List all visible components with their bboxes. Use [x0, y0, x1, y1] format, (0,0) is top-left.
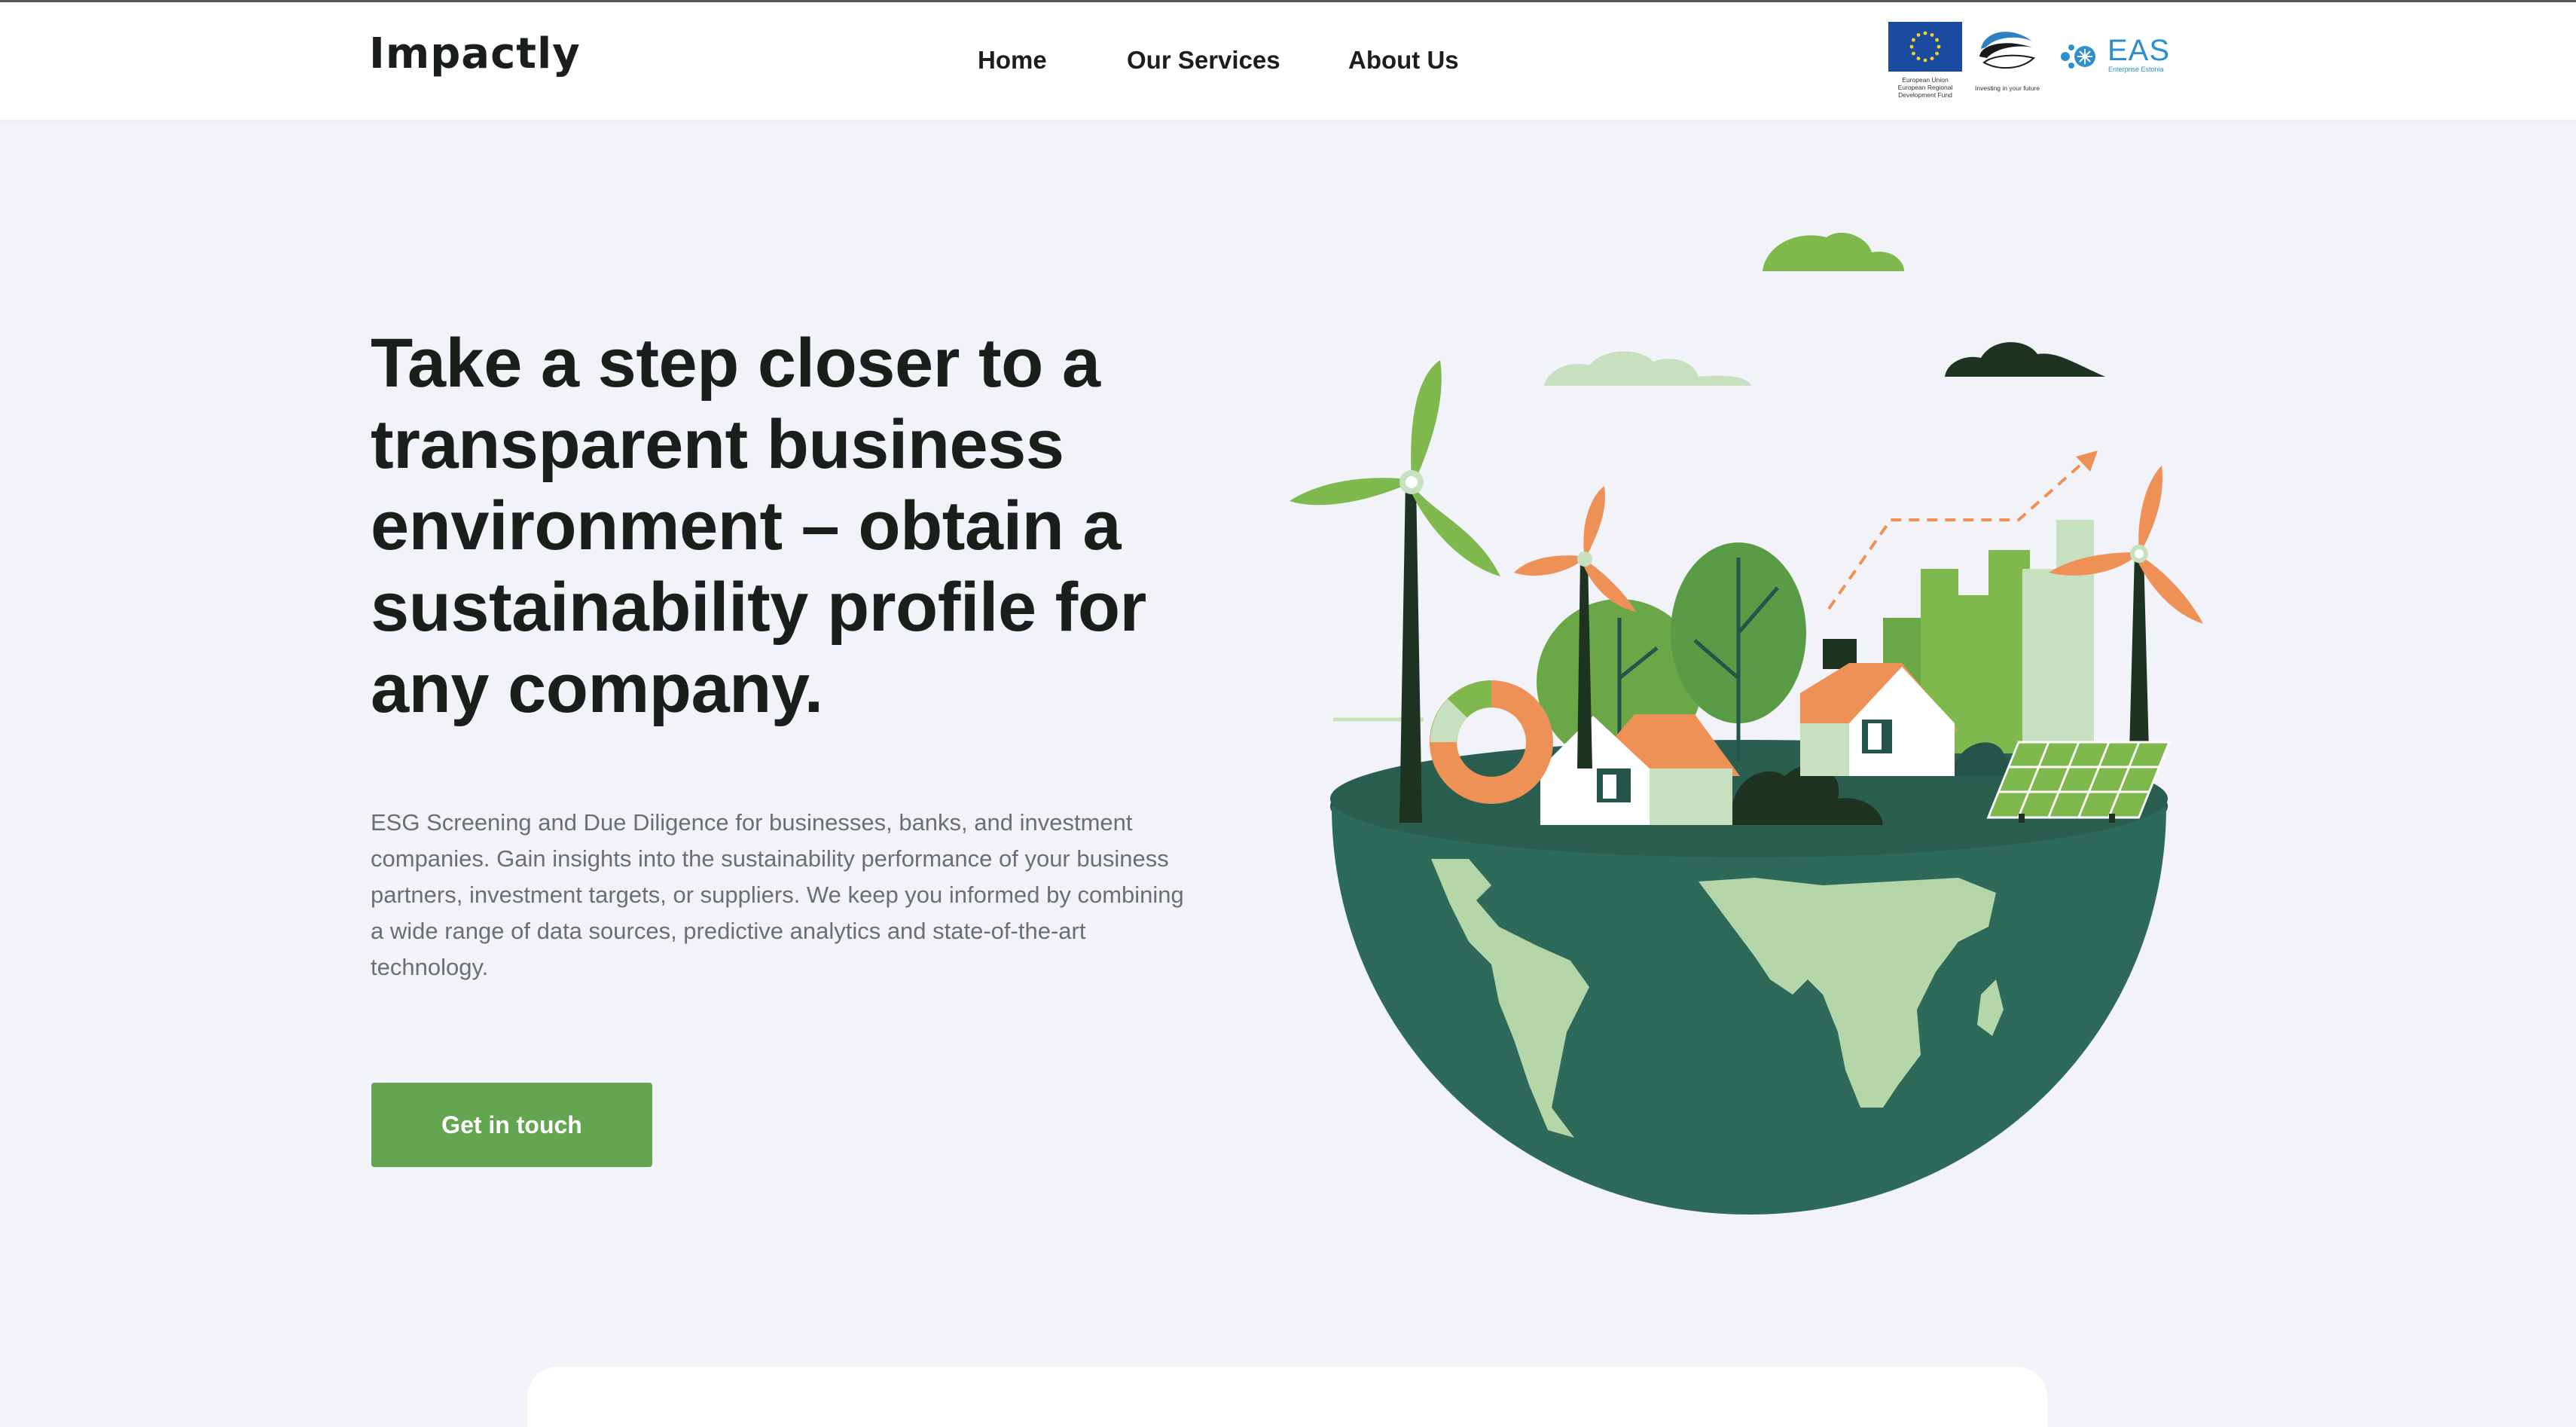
wind-turbine-large — [1399, 482, 1422, 823]
eas-logo: EAS Enterprise Estonia — [2055, 34, 2183, 81]
wind-turbine-middle — [1577, 559, 1592, 769]
eu-flag-icon — [1888, 22, 1962, 72]
nav-services-link[interactable]: Our Services — [1127, 46, 1308, 75]
eas-name: EAS — [2107, 34, 2171, 67]
solar-panel — [1986, 741, 2172, 819]
site-header: Impactly Home Our Services About Us Euro… — [0, 2, 2576, 120]
estonia-caption: Investing in your future — [1975, 84, 2040, 92]
content-card-top — [527, 1367, 2047, 1427]
sustainable-earth-illustration — [1290, 232, 2203, 1215]
get-in-touch-button[interactable]: Get in touch — [371, 1083, 652, 1167]
hero-description: ESG Screening and Due Diligence for busi… — [371, 809, 1184, 980]
eas-subtitle: Enterprise Estonia — [2108, 66, 2164, 73]
site-logo[interactable]: Impactly — [369, 29, 581, 78]
cloud-dark — [1945, 342, 2105, 377]
eu-caption: European Union European Regional Develop… — [1897, 76, 1953, 99]
estonia-swirl-icon — [1979, 32, 2035, 69]
eu-fund-logo: European Union European Regional Develop… — [1888, 22, 1962, 106]
cloud-green — [1763, 232, 1904, 271]
hero-title: Take a step closer to a transparent busi… — [371, 325, 1146, 727]
nav-about-link[interactable]: About Us — [1348, 46, 1469, 75]
estonia-logo: Investing in your future — [1975, 22, 2040, 106]
nav-home-link[interactable]: Home — [978, 46, 1047, 75]
cloud-light — [1544, 351, 1751, 386]
eas-snowflake-icon — [2061, 44, 2095, 69]
